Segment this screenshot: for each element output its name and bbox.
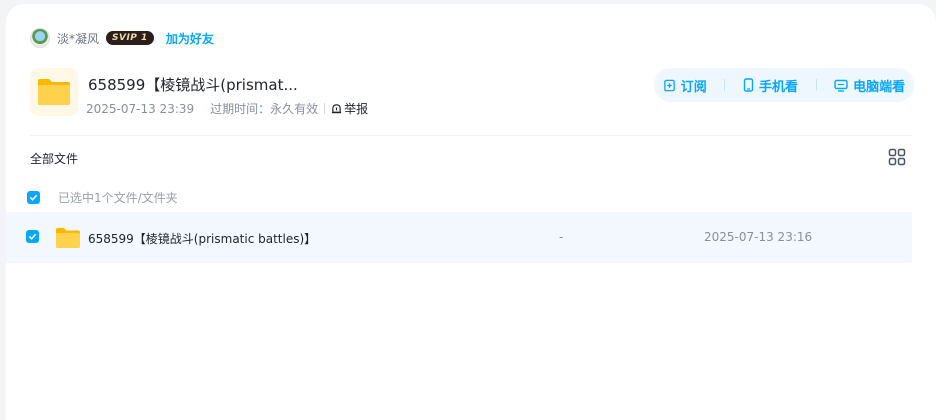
phone-view-button[interactable]: 手机看 — [743, 76, 798, 95]
bookmark-icon — [663, 79, 675, 91]
report-icon — [332, 104, 342, 114]
username[interactable]: 淡*凝风 — [57, 30, 99, 47]
share-meta: 2025-07-13 23:39 过期时间： 永久有效 举报 — [86, 100, 368, 117]
select-all-checkbox[interactable] — [27, 191, 40, 204]
folder-icon — [55, 227, 81, 253]
table-row[interactable]: 658599【棱镜战斗(prismatic battles)】 - 2025-0… — [6, 212, 912, 263]
expire-label: 过期时间： — [210, 102, 271, 116]
share-title: 658599【棱镜战斗(prismat... — [88, 76, 298, 94]
row-checkbox[interactable] — [26, 230, 39, 243]
add-friend-link[interactable]: 加为好友 — [166, 30, 214, 47]
sharer-info: 淡*凝风 SVIP 1 加为好友 — [30, 28, 214, 48]
subscribe-label: 订阅 — [680, 79, 707, 95]
report-label: 举报 — [344, 102, 369, 116]
selected-count: 已选中1个文件/文件夹 — [58, 191, 178, 205]
file-name[interactable]: 658599【棱镜战斗(prismatic battles)】 — [88, 230, 316, 247]
monitor-icon — [834, 79, 848, 92]
share-folder-icon — [30, 68, 78, 116]
check-icon — [28, 233, 37, 240]
svip-badge: SVIP 1 — [106, 31, 154, 45]
expire-value: 永久有效 — [270, 102, 319, 116]
phone-view-label: 手机看 — [758, 79, 798, 95]
check-icon — [29, 194, 38, 201]
pc-view-button[interactable]: 电脑端看 — [834, 76, 905, 95]
breadcrumb-all-files[interactable]: 全部文件 — [30, 150, 78, 167]
file-date: 2025-07-13 23:16 — [704, 230, 813, 244]
report-button[interactable]: 举报 — [331, 100, 368, 117]
file-size: - — [559, 230, 564, 244]
grid-view-icon[interactable] — [888, 148, 906, 166]
divider — [30, 135, 912, 136]
action-bar: 订阅 手机看 电脑端看 — [654, 68, 914, 102]
select-all-row: 已选中1个文件/文件夹 — [27, 189, 178, 206]
share-card: 淡*凝风 SVIP 1 加为好友 658599【棱镜战斗(prismat... … — [6, 4, 936, 420]
subscribe-button[interactable]: 订阅 — [663, 76, 707, 95]
phone-icon — [743, 78, 754, 92]
avatar[interactable] — [30, 28, 50, 48]
share-date: 2025-07-13 23:39 — [86, 101, 195, 116]
pc-view-label: 电脑端看 — [853, 79, 906, 95]
